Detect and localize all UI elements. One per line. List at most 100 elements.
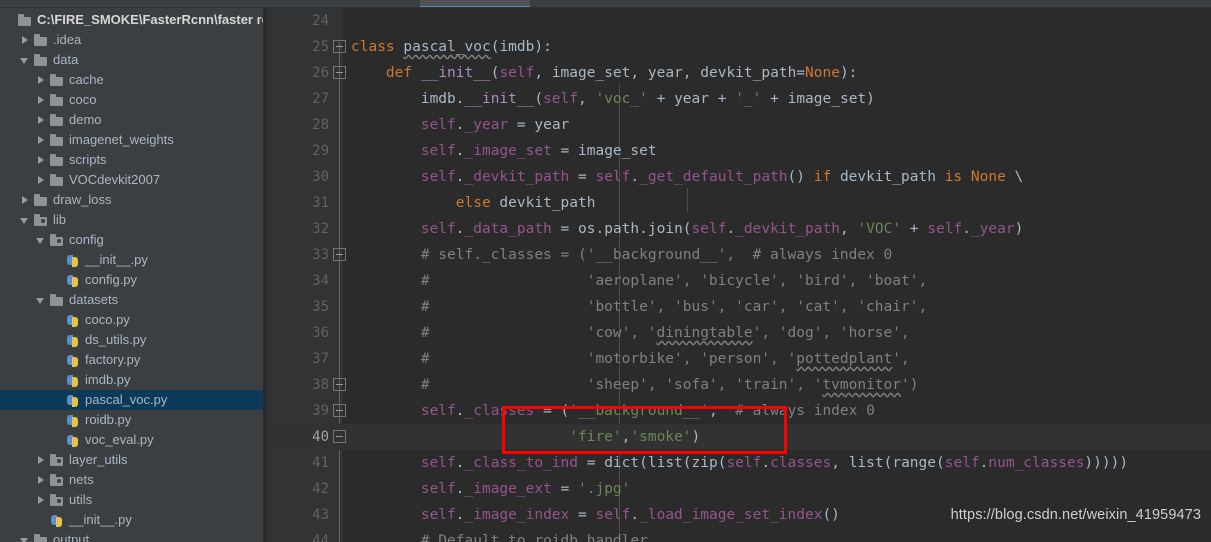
chevron-down-icon[interactable] [20,535,31,542]
tree-item-coco[interactable]: coco [0,90,263,110]
chevron-right-icon[interactable] [36,475,47,486]
tab-coco[interactable] [272,0,332,7]
code-fold-toggle-icon[interactable] [333,404,346,417]
code-line[interactable]: 31 else devkit_path [267,190,1211,216]
tree-item-label: lib [53,212,67,227]
tree-item-utils[interactable]: utils [0,490,263,510]
code-line[interactable]: 35 # 'bottle', 'bus', 'car', 'cat', 'cha… [267,294,1211,320]
tree-item-nets[interactable]: nets [0,470,263,490]
tree-item-draw-loss[interactable]: draw_loss [0,190,263,210]
tree-item-voc-eval-py[interactable]: voc_eval.py [0,430,263,450]
code-line[interactable]: 42 self._image_ext = '.jpg' [267,476,1211,502]
code-line[interactable]: 29 self._image_set = image_set [267,138,1211,164]
chevron-right-icon[interactable] [36,135,47,146]
line-number: 40 [312,429,329,445]
tree-item-demo[interactable]: demo [0,110,263,130]
code-line[interactable]: 41 self._class_to_ind = dict(list(zip(se… [267,450,1211,476]
code-text: class pascal_voc(imdb): [351,39,552,55]
tree-item-label: .idea [53,32,82,47]
code-fold-toggle-icon[interactable] [333,40,346,53]
code-line[interactable]: 27 imdb.__init__(self, 'voc_' + year + '… [267,86,1211,112]
pycharm-window: C:\FIRE_SMOKE\FasterRcnn\faster rcn .ide… [0,0,1211,542]
folder-icon [49,493,65,508]
code-text: self._image_index = self._load_image_set… [420,507,840,523]
line-number: 34 [312,273,329,289]
tree-item-imdb-py[interactable]: imdb.py [0,370,263,390]
code-text: # Default to roidb handler [420,533,648,542]
tree-item-label: __init__.py [69,512,132,527]
tree-item-cache[interactable]: cache [0,70,263,90]
tree-item--idea[interactable]: .idea [0,30,263,50]
chevron-right-icon[interactable] [20,35,31,46]
code-line[interactable]: 28 self._year = year [267,112,1211,138]
chevron-right-icon[interactable] [36,155,47,166]
code-fold-toggle-icon[interactable] [333,248,346,261]
tree-item-list[interactable]: .idea data cache coco demo imagenet_weights sc… [0,30,263,542]
editor-tab-bar [0,0,1211,8]
tree-item-ds-utils-py[interactable]: ds_utils.py [0,330,263,350]
code-line[interactable]: 25 class pascal_voc(imdb): [267,34,1211,60]
code-fold-toggle-icon[interactable] [333,66,346,79]
chevron-right-icon[interactable] [36,495,47,506]
tree-item-vocdevkit2007[interactable]: VOCdevkit2007 [0,170,263,190]
code-lines[interactable]: 24 25 class pascal_voc(imdb): 26 def __init… [267,8,1211,542]
chevron-none-icon [52,255,63,266]
tree-item-config[interactable]: config [0,230,263,250]
python-file-icon [65,353,81,368]
line-number: 28 [312,117,329,133]
chevron-down-icon[interactable] [36,295,47,306]
tree-item-config-py[interactable]: config.py [0,270,263,290]
tree-root-item[interactable]: C:\FIRE_SMOKE\FasterRcnn\faster rcn [0,10,263,30]
tree-item-lib[interactable]: lib [0,210,263,230]
code-line[interactable]: 34 # 'aeroplane', 'bicycle', 'bird', 'bo… [267,268,1211,294]
code-line[interactable]: 38 # 'sheep', 'sofa', 'train', 'tvmonito… [267,372,1211,398]
tree-item-data[interactable]: data [0,50,263,70]
chevron-right-icon[interactable] [36,115,47,126]
folder-icon [33,53,49,68]
chevron-down-icon[interactable] [20,55,31,66]
tree-item-imagenet-weights[interactable]: imagenet_weights [0,130,263,150]
code-line[interactable]: 37 # 'motorbike', 'person', 'pottedplant… [267,346,1211,372]
code-line[interactable]: 39 self._classes = ('__background__', # … [267,398,1211,424]
code-line[interactable]: 40 'fire','smoke') [267,424,1211,450]
tree-item-label: C:\FIRE_SMOKE\FasterRcnn\faster rcn [37,12,263,27]
tree-item-pascal-voc-py[interactable]: pascal_voc.py [0,390,263,410]
tree-item--init-py[interactable]: __init__.py [0,250,263,270]
tree-item-output[interactable]: output [0,530,263,542]
tree-item-layer-utils[interactable]: layer_utils [0,450,263,470]
chevron-down-icon[interactable] [36,235,47,246]
tree-item-datasets[interactable]: datasets [0,290,263,310]
project-tree[interactable]: C:\FIRE_SMOKE\FasterRcnn\faster rcn .ide… [0,8,263,542]
tree-item-label: VOCdevkit2007 [69,172,161,187]
code-line[interactable]: 30 self._devkit_path = self._get_default… [267,164,1211,190]
chevron-right-icon[interactable] [36,95,47,106]
tree-item-coco-py[interactable]: coco.py [0,310,263,330]
tree-item-label: config.py [85,272,138,287]
tree-item-roidb-py[interactable]: roidb.py [0,410,263,430]
code-fold-toggle-icon[interactable] [333,430,346,443]
code-line[interactable]: 24 [267,8,1211,34]
tree-item-factory-py[interactable]: factory.py [0,350,263,370]
chevron-none-icon [52,275,63,286]
tree-item-scripts[interactable]: scripts [0,150,263,170]
code-line[interactable]: 26 def __init__(self, image_set, year, d… [267,60,1211,86]
tab-pascal-voc[interactable] [420,0,530,7]
code-line[interactable]: 33 # self._classes = ('__background__', … [267,242,1211,268]
chevron-right-icon[interactable] [36,75,47,86]
chevron-right-icon[interactable] [36,175,47,186]
chevron-down-icon[interactable] [20,215,31,226]
chevron-right-icon[interactable] [20,195,31,206]
project-tree-panel[interactable]: C:\FIRE_SMOKE\FasterRcnn\faster rcn .ide… [0,8,263,542]
python-file-icon [65,393,81,408]
tab-imdb[interactable] [340,0,400,7]
code-editor[interactable]: 24 25 class pascal_voc(imdb): 26 def __init… [267,8,1211,542]
code-fold-toggle-icon[interactable] [333,378,346,391]
code-line[interactable]: 36 # 'cow', 'diningtable', 'dog', 'horse… [267,320,1211,346]
tree-item--init-py[interactable]: __init__.py [0,510,263,530]
code-text: self._class_to_ind = dict(list(zip(self.… [420,455,1129,471]
code-line[interactable]: 44 # Default to roidb handler [267,528,1211,542]
chevron-right-icon[interactable] [36,455,47,466]
code-text: self._classes = ('__background__', # alw… [420,403,875,419]
code-line[interactable]: 32 self._data_path = os.path.join(self._… [267,216,1211,242]
folder-icon [33,33,49,48]
